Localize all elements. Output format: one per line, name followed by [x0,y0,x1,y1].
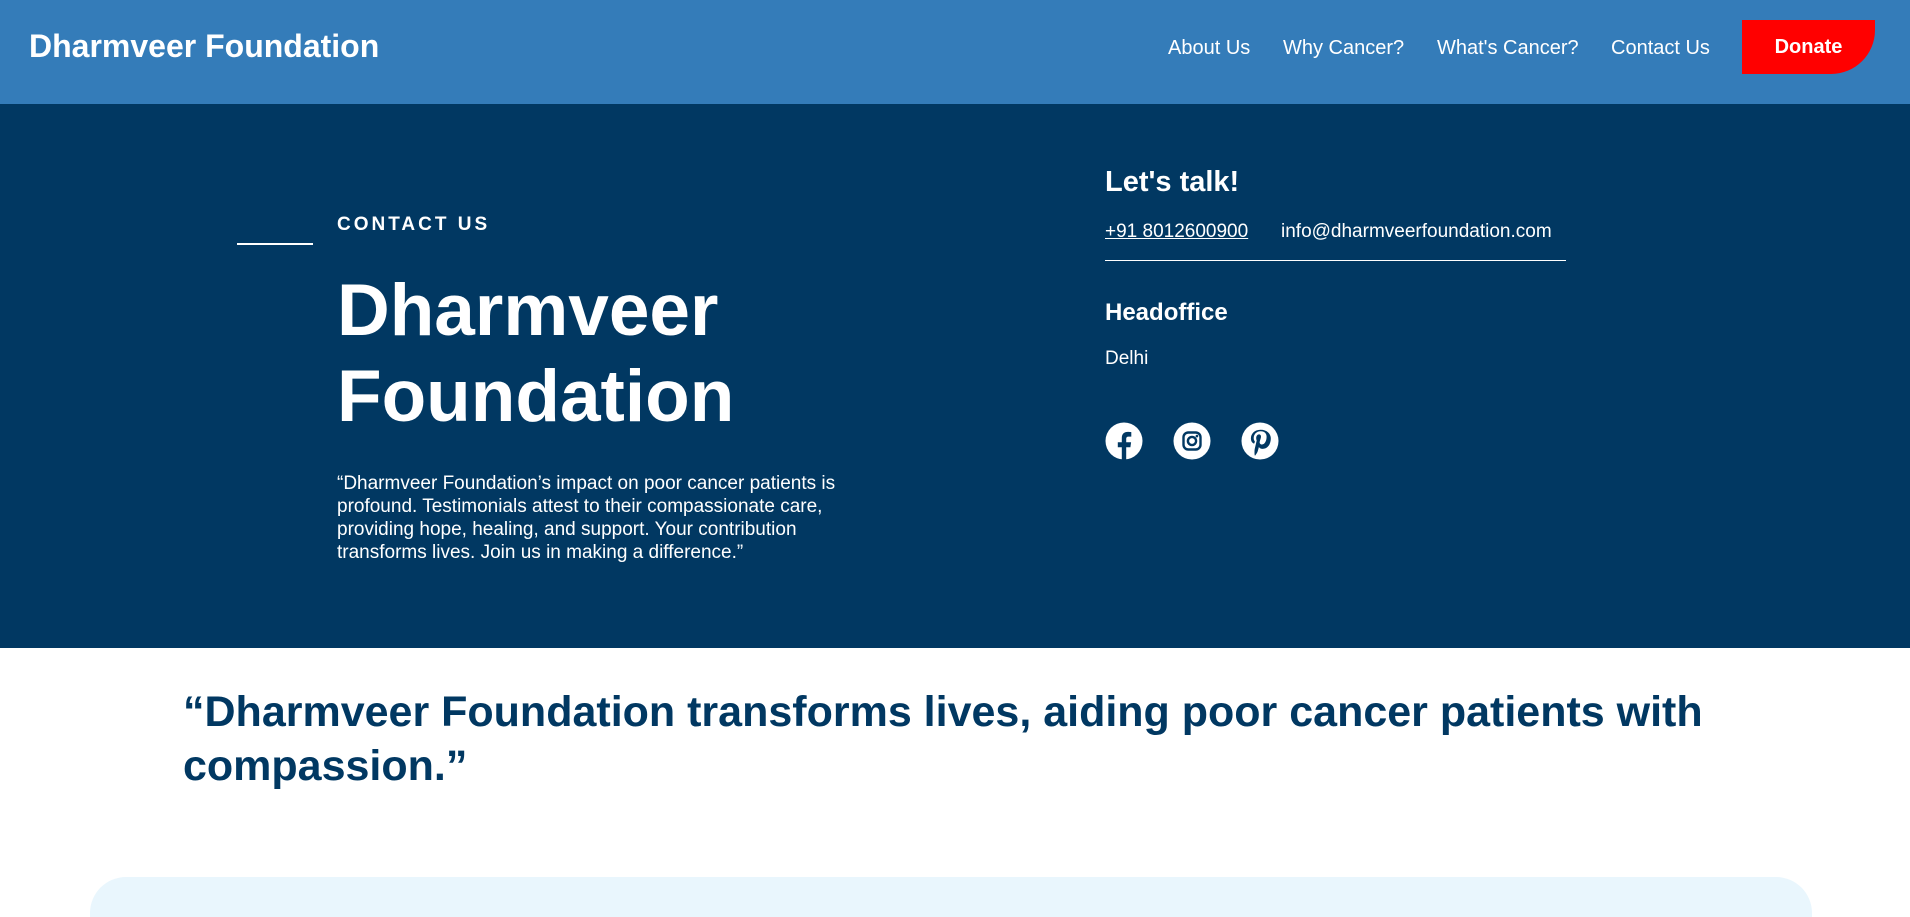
testimonial-quote: “Dharmveer Foundation transforms lives, … [183,688,1703,790]
contact-hero [0,104,1910,648]
section-eyebrow: CONTACT US [337,214,491,235]
contact-divider [1105,260,1566,261]
headoffice-city: Delhi [1105,348,1149,369]
site-logo-text[interactable]: Dharmveer Foundation [29,27,379,65]
pinterest-icon[interactable] [1241,422,1279,460]
nav-about-us[interactable]: About Us [1168,36,1250,60]
site-header: Dharmveer Foundation About Us Why Cancer… [0,0,1910,104]
next-section-card [90,877,1812,917]
instagram-icon[interactable] [1173,422,1211,460]
hero-quote: “Dharmveer Foundation’s impact on poor c… [337,473,836,563]
facebook-icon[interactable] [1105,422,1143,460]
nav-contact-us[interactable]: Contact Us [1611,36,1710,60]
nav-whats-cancer[interactable]: What's Cancer? [1437,36,1579,60]
phone-link[interactable]: +91 8012600900 [1105,221,1248,243]
nav-why-cancer[interactable]: Why Cancer? [1283,36,1404,60]
donate-button[interactable]: Donate [1742,20,1875,74]
email-link[interactable]: info@dharmveerfoundation.com [1281,221,1552,243]
headoffice-heading: Headoffice [1105,299,1228,326]
eyebrow-accent-line [237,243,313,245]
hero-title-line-1: Dharmveer [337,270,719,351]
hero-title-line-2: Foundation [337,356,735,437]
lets-talk-heading: Let's talk! [1105,166,1240,198]
hero-title: Dharmveer Foundation [337,268,857,440]
